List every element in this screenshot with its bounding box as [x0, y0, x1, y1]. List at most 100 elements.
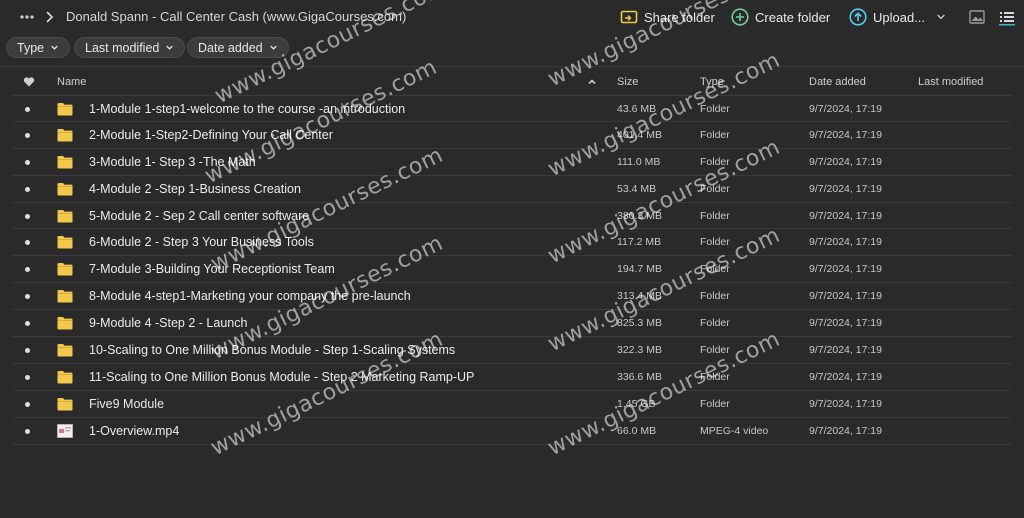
file-size: 66.0 MB: [617, 424, 657, 437]
type-filter-chip[interactable]: Type: [6, 37, 71, 58]
sort-ascending-icon[interactable]: [587, 77, 597, 87]
file-size: 313.4 MB: [617, 290, 662, 303]
file-name[interactable]: 4-Module 2 -Step 1-Business Creation: [89, 176, 301, 202]
file-name[interactable]: 10-Scaling to One Million Bonus Module -…: [89, 337, 455, 363]
file-type: Folder: [700, 155, 730, 168]
folder-icon: [57, 176, 73, 202]
upload-button[interactable]: Upload...: [849, 6, 947, 28]
column-header-last-modified[interactable]: Last modified: [918, 76, 983, 88]
file-row[interactable]: 5-Module 2 - Sep 2 Call center software 3…: [12, 203, 1012, 230]
file-name[interactable]: 3-Module 1- Step 3 -The Math: [89, 149, 256, 175]
add-circle-icon: [731, 8, 749, 26]
file-row[interactable]: 11-Scaling to One Million Bonus Module -…: [12, 364, 1012, 391]
file-type: Folder: [700, 370, 730, 383]
file-row[interactable]: 2-Module 1-Step2-Defining Your Call Cent…: [12, 122, 1012, 149]
folder-icon: [57, 310, 73, 336]
status-dot: [25, 213, 30, 219]
file-type: Folder: [700, 317, 730, 330]
file-size: 825.3 MB: [617, 317, 662, 330]
file-type: Folder: [700, 344, 730, 357]
file-row[interactable]: Five9 Module 1.45 GB Folder 9/7/2024, 17:19: [12, 391, 1012, 418]
more-options-icon[interactable]: [18, 8, 36, 26]
file-date-added: 9/7/2024, 17:19: [809, 344, 882, 357]
status-dot: [25, 321, 30, 327]
upload-icon: [849, 8, 867, 26]
file-type: MPEG-4 video: [700, 424, 769, 437]
date-added-filter-label: Date added: [198, 40, 263, 55]
folder-icon: [57, 283, 73, 309]
folder-icon: [57, 96, 73, 122]
file-row[interactable]: 7-Module 3-Building Your Receptionist Te…: [12, 256, 1012, 284]
file-size: 322.3 MB: [617, 344, 662, 357]
last-modified-filter-label: Last modified: [85, 40, 160, 55]
file-date-added: 9/7/2024, 17:19: [809, 128, 882, 141]
video-thumbnail-icon: [57, 418, 73, 444]
thumbnail-view-icon[interactable]: [968, 8, 986, 26]
file-type: Folder: [700, 236, 730, 249]
breadcrumb-current-folder[interactable]: Donald Spann - Call Center Cash (www.Gig…: [66, 9, 406, 24]
status-dot: [25, 240, 30, 246]
file-date-added: 9/7/2024, 17:19: [809, 424, 882, 437]
file-row[interactable]: 9-Module 4 -Step 2 - Launch 825.3 MB Folde…: [12, 310, 1012, 338]
file-size: 336.6 MB: [617, 370, 662, 383]
chevron-right-icon: [46, 11, 54, 23]
file-name[interactable]: 11-Scaling to One Million Bonus Module -…: [89, 364, 474, 390]
share-folder-icon: [620, 10, 638, 24]
file-name[interactable]: 1-Module 1-step1-welcome to the course -…: [89, 96, 405, 122]
share-folder-button[interactable]: Share folder: [620, 6, 715, 28]
file-name[interactable]: Five9 Module: [89, 391, 164, 417]
file-date-added: 9/7/2024, 17:19: [809, 103, 882, 115]
status-dot: [25, 374, 30, 380]
file-row[interactable]: 8-Module 4-step1-Marketing your company …: [12, 283, 1012, 311]
file-size: 111.0 MB: [617, 155, 661, 168]
file-name[interactable]: 2-Module 1-Step2-Defining Your Call Cent…: [89, 122, 333, 148]
file-name[interactable]: 8-Module 4-step1-Marketing your company …: [89, 283, 411, 309]
last-modified-filter-chip[interactable]: Last modified: [74, 37, 186, 58]
column-header-type[interactable]: Type: [700, 76, 724, 88]
file-row[interactable]: 10-Scaling to One Million Bonus Module -…: [12, 337, 1012, 364]
file-type: Folder: [700, 182, 730, 195]
file-row[interactable]: 4-Module 2 -Step 1-Business Creation 53.4…: [12, 176, 1012, 203]
divider: [0, 66, 1024, 67]
chevron-down-icon: [51, 45, 58, 50]
file-type: Folder: [700, 209, 730, 222]
upload-label: Upload...: [873, 9, 926, 25]
file-list: 1-Module 1-step1-welcome to the course -…: [12, 95, 1012, 445]
file-size: 117.2 MB: [617, 236, 662, 249]
folder-icon: [57, 391, 73, 417]
column-header-size[interactable]: Size: [617, 76, 638, 88]
file-date-added: 9/7/2024, 17:19: [809, 370, 882, 383]
create-folder-label: Create folder: [755, 9, 831, 25]
favourite-heart-icon[interactable]: [23, 76, 35, 88]
chevron-down-icon: [269, 45, 277, 50]
file-name[interactable]: 6-Module 2 - Step 3 Your Business Tools: [89, 229, 314, 255]
file-row[interactable]: 3-Module 1- Step 3 -The Math 111.0 MB Fold…: [12, 149, 1012, 176]
file-size: 43.6 MB: [617, 103, 657, 115]
file-row[interactable]: 6-Module 2 - Step 3 Your Business Tools 1…: [12, 229, 1012, 257]
column-header-date-added[interactable]: Date added: [809, 76, 866, 88]
file-date-added: 9/7/2024, 17:19: [809, 317, 882, 330]
file-name[interactable]: 1-Overview.mp4: [89, 418, 179, 444]
date-added-filter-chip[interactable]: Date added: [187, 37, 289, 58]
file-date-added: 9/7/2024, 17:19: [809, 397, 882, 410]
folder-icon: [57, 337, 73, 363]
status-dot: [25, 159, 30, 165]
file-row[interactable]: 1-Module 1-step1-welcome to the course -…: [12, 95, 1012, 122]
file-type: Folder: [700, 103, 730, 115]
folder-icon: [57, 149, 73, 175]
file-name[interactable]: 9-Module 4 -Step 2 - Launch: [89, 310, 247, 336]
create-folder-button[interactable]: Create folder: [731, 6, 830, 28]
folder-icon: [57, 122, 73, 148]
status-dot: [25, 186, 30, 192]
file-name[interactable]: 5-Module 2 - Sep 2 Call center software: [89, 203, 309, 229]
folder-icon: [57, 229, 73, 255]
folder-icon: [57, 203, 73, 229]
list-view-icon[interactable]: [998, 8, 1016, 26]
column-header-name[interactable]: Name: [57, 76, 86, 88]
file-date-added: 9/7/2024, 17:19: [809, 155, 882, 168]
status-dot: [25, 294, 30, 300]
file-size: 380.3 MB: [617, 209, 662, 222]
file-row[interactable]: 1-Overview.mp4 66.0 MB MPEG-4 video 9/7/202…: [12, 418, 1012, 445]
folder-icon: [57, 256, 73, 282]
file-name[interactable]: 7-Module 3-Building Your Receptionist Te…: [89, 256, 335, 282]
